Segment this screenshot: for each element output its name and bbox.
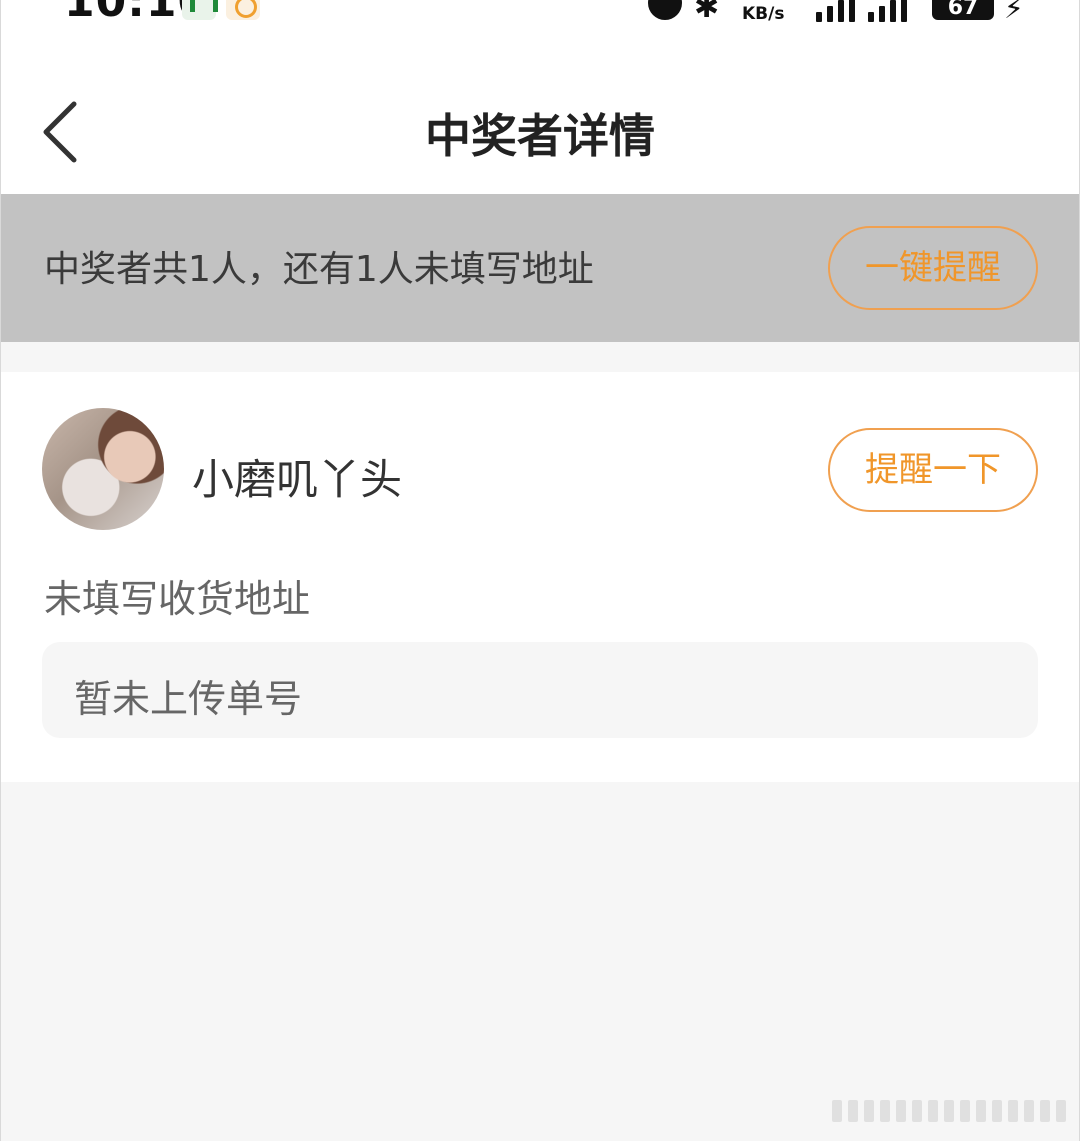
app-notification-icon [182,0,218,20]
address-status: 未填写收货地址 [44,577,311,621]
tracking-status: 暂未上传单号 [74,677,303,721]
location-icon [648,0,682,20]
status-bar: 10:10 ✱ KB/s 67 ⚡ [0,0,1080,70]
avatar[interactable] [42,408,164,530]
charging-icon: ⚡ [1004,0,1024,25]
winner-card: 小磨叽丫头 提醒一下 未填写收货地址 暂未上传单号 [0,372,1080,782]
signal-icon [868,0,907,22]
app-notification-icon [226,0,260,20]
summary-text: 中奖者共1人，还有1人未填写地址 [44,249,594,290]
network-speed: KB/s [742,4,785,24]
signal-icon [816,0,855,22]
bluetooth-icon: ✱ [694,0,720,25]
winner-name: 小磨叽丫头 [192,455,403,504]
summary-banner: 中奖者共1人，还有1人未填写地址 一键提醒 [0,194,1080,342]
page-title: 中奖者详情 [425,109,655,163]
remind-button[interactable]: 提醒一下 [828,428,1038,512]
remind-all-button[interactable]: 一键提醒 [828,226,1038,310]
nav-bar: 中奖者详情 [0,70,1080,194]
watermark [832,1100,1066,1122]
tracking-number-box: 暂未上传单号 [42,642,1038,738]
battery-icon: 67 [932,0,994,20]
